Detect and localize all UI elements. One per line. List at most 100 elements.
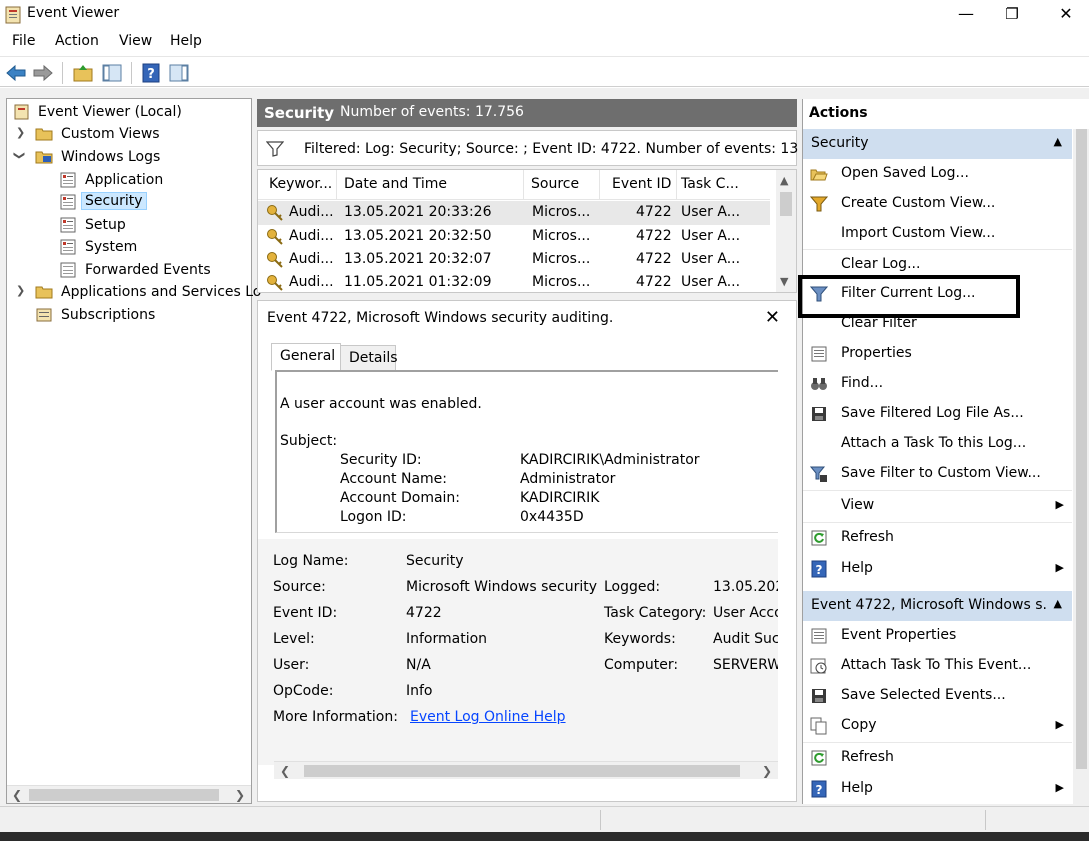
expand-arrow-icon[interactable]: ❯ [16, 284, 25, 297]
back-arrow-icon[interactable] [5, 62, 27, 84]
close-button[interactable]: ✕ [1043, 0, 1089, 30]
cell-task: User A... [681, 204, 741, 220]
audit-key-icon [267, 252, 283, 268]
scrollbar-thumb[interactable] [780, 192, 792, 216]
table-row[interactable]: Audi... 13.05.2021 20:32:07 Micros... 47… [258, 248, 770, 272]
action-help-event[interactable]: ? Help ▶ [803, 774, 1072, 804]
events-grid: Keywor... Date and Time Source Event ID … [257, 169, 797, 293]
task-category-label: Task Category: [604, 605, 707, 621]
action-copy[interactable]: Copy ▶ [803, 711, 1072, 741]
column-header-task-category[interactable]: Task C... [681, 176, 739, 192]
account-name-label: Account Name: [340, 471, 447, 487]
maximize-button[interactable]: ❐ [989, 0, 1035, 30]
minimize-button[interactable]: — [943, 0, 989, 30]
security-id-label: Security ID: [340, 452, 422, 468]
scroll-left-arrow-icon[interactable]: ❮ [280, 762, 290, 780]
scroll-up-arrow-icon[interactable]: ▲ [780, 174, 788, 187]
forward-arrow-icon[interactable] [32, 62, 54, 84]
scrollbar-thumb[interactable] [29, 789, 219, 801]
help-icon[interactable]: ? [140, 62, 162, 84]
tree-label-root: Event Viewer (Local) [38, 104, 182, 120]
refresh-icon [811, 750, 827, 766]
show-hide-tree-icon[interactable] [101, 62, 123, 84]
action-save-filtered-log[interactable]: Save Filtered Log File As... [803, 399, 1072, 429]
action-label: Refresh [841, 749, 894, 765]
action-find[interactable]: Find... [803, 369, 1072, 399]
event-log-online-help-link[interactable]: Event Log Online Help [410, 709, 566, 725]
cell-source: Micros... [532, 251, 591, 267]
collapse-caret-icon[interactable]: ▲ [1054, 135, 1062, 148]
column-header-keywords[interactable]: Keywor... [269, 176, 332, 192]
grid-vertical-scrollbar[interactable]: ▲ ▼ [776, 170, 796, 292]
folder-up-icon[interactable] [72, 62, 94, 84]
group-label: Security [811, 135, 869, 151]
event-id-value: 4722 [406, 605, 442, 621]
cell-event-id: 4722 [636, 251, 672, 267]
scrollbar-thumb[interactable] [304, 765, 740, 777]
help-icon: ? [811, 780, 827, 798]
action-refresh-event[interactable]: Refresh [803, 742, 1072, 772]
scroll-right-arrow-icon[interactable]: ❯ [762, 762, 772, 780]
cell-task: User A... [681, 228, 741, 244]
table-row[interactable]: Audi... 13.05.2021 20:33:26 Micros... 47… [258, 201, 770, 225]
action-label: Help [841, 560, 873, 576]
source-label: Source: [273, 579, 326, 595]
event-message-box[interactable]: A user account was enabled. Subject: Sec… [275, 370, 778, 533]
detail-close-icon[interactable]: ✕ [765, 307, 780, 328]
action-refresh[interactable]: Refresh [803, 522, 1072, 552]
folder-icon [35, 128, 53, 141]
opcode-value: Info [406, 683, 433, 699]
action-help[interactable]: ? Help ▶ [803, 554, 1072, 584]
security-id-value: KADIRCIRIK\Administrator [520, 452, 700, 468]
tab-details[interactable]: Details [340, 345, 398, 371]
actions-vertical-scrollbar[interactable] [1073, 129, 1089, 804]
menu-file[interactable]: File [12, 33, 35, 49]
column-header-source[interactable]: Source [531, 176, 579, 192]
column-header-date[interactable]: Date and Time [344, 176, 447, 192]
logged-label: Logged: [604, 579, 661, 595]
menu-action[interactable]: Action [55, 33, 99, 49]
scroll-down-arrow-icon[interactable]: ▼ [780, 275, 788, 288]
action-attach-task-to-log[interactable]: Attach a Task To this Log... [803, 429, 1072, 459]
tree-label-forwarded-events: Forwarded Events [85, 262, 211, 278]
tab-general[interactable]: General [271, 343, 341, 371]
action-open-saved-log[interactable]: Open Saved Log... [803, 159, 1072, 189]
log-icon [60, 262, 76, 278]
action-label: View [841, 497, 875, 513]
action-import-custom-view[interactable]: Import Custom View... [803, 219, 1072, 249]
actions-group-event[interactable]: Event 4722, Microsoft Windows s... ▲ [803, 591, 1072, 621]
action-attach-task-to-event[interactable]: Attach Task To This Event... [803, 651, 1072, 681]
action-save-filter-to-custom-view[interactable]: Save Filter to Custom View... [803, 459, 1072, 489]
collapse-arrow-icon[interactable]: ❯ [13, 151, 26, 160]
column-header-event-id[interactable]: Event ID [612, 176, 671, 192]
action-label: Save Filter to Custom View... [841, 465, 1041, 481]
scrollbar-thumb[interactable] [1076, 129, 1087, 769]
show-hide-action-pane-icon[interactable] [168, 62, 190, 84]
actions-group-security[interactable]: Security ▲ [803, 129, 1072, 159]
highlight-box [798, 275, 1020, 318]
tree-horizontal-scrollbar[interactable]: ❮ ❯ [7, 785, 251, 803]
logon-id-label: Logon ID: [340, 509, 407, 525]
action-view[interactable]: View ▶ [803, 490, 1072, 520]
tree-label-custom-views: Custom Views [61, 126, 160, 142]
menu-help[interactable]: Help [170, 33, 202, 49]
expand-arrow-icon[interactable]: ❯ [16, 126, 25, 139]
detail-horizontal-scrollbar[interactable]: ❮ ❯ [274, 761, 778, 779]
table-row[interactable]: Audi... 11.05.2021 01:32:09 Micros... 47… [258, 271, 770, 292]
menu-view[interactable]: View [119, 33, 152, 49]
task-clock-icon [810, 658, 827, 674]
action-label: Refresh [841, 529, 894, 545]
action-event-properties[interactable]: Event Properties [803, 621, 1072, 651]
action-save-selected-events[interactable]: Save Selected Events... [803, 681, 1072, 711]
action-label: Attach a Task To this Log... [841, 435, 1027, 451]
action-properties[interactable]: Properties [803, 339, 1072, 369]
tree-label-application: Application [85, 172, 164, 188]
action-label: Find... [841, 375, 884, 391]
collapse-caret-icon[interactable]: ▲ [1054, 597, 1062, 610]
scroll-left-arrow-icon[interactable]: ❮ [12, 786, 22, 804]
svg-text:?: ? [816, 783, 823, 797]
cell-task: User A... [681, 251, 741, 267]
action-create-custom-view[interactable]: Create Custom View... [803, 189, 1072, 219]
table-row[interactable]: Audi... 13.05.2021 20:32:50 Micros... 47… [258, 225, 770, 249]
scroll-right-arrow-icon[interactable]: ❯ [235, 786, 245, 804]
